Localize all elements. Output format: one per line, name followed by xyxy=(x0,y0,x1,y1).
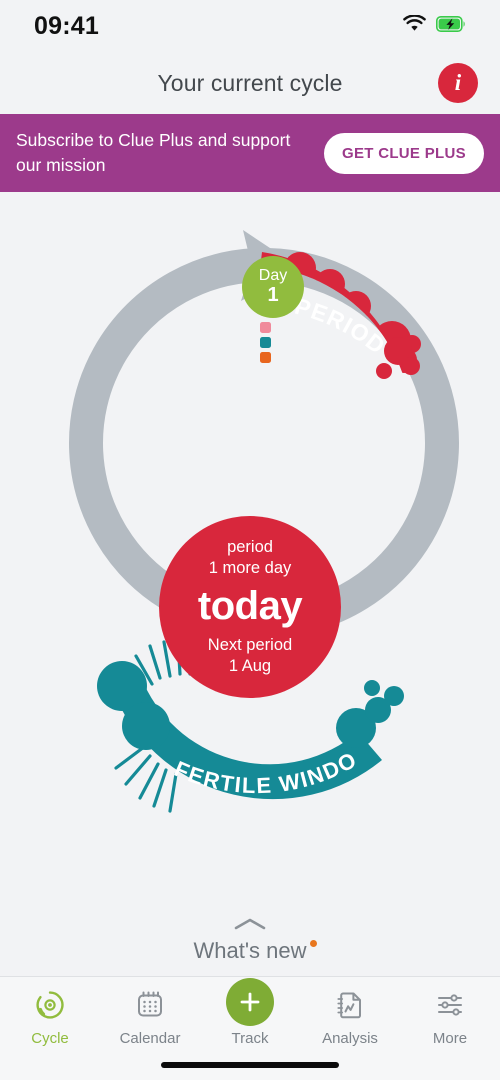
battery-charging-icon xyxy=(436,15,466,37)
info-icon: i xyxy=(454,69,462,95)
orange-tracked-dot xyxy=(259,352,271,363)
next-period-date: 1 Aug xyxy=(228,657,272,675)
status-indicators xyxy=(403,14,466,37)
next-period-label: Next period xyxy=(207,636,293,654)
whats-new-row: What's new xyxy=(193,937,317,964)
calendar-icon xyxy=(134,987,166,1023)
today-label: today xyxy=(197,584,303,628)
whats-new-expander[interactable]: What's new xyxy=(0,904,500,976)
today-summary-circle[interactable]: period 1 more day today Next period 1 Au… xyxy=(159,516,341,698)
app-screen: 09:41 Your current cycle i Subscribe to … xyxy=(0,0,500,1080)
whats-new-label: What's new xyxy=(193,937,307,963)
clue-plus-promo-banner[interactable]: Subscribe to Clue Plus and support our m… xyxy=(0,114,500,192)
pink-tracked-dot xyxy=(259,322,271,333)
tab-label-analysis: Analysis xyxy=(322,1030,378,1047)
chevron-up-icon xyxy=(233,917,267,936)
track-fab-wrapper xyxy=(226,978,274,1026)
current-day-marker[interactable]: Day 1 xyxy=(242,256,304,318)
tab-label-track: Track xyxy=(231,1030,269,1047)
cycle-wheel-area: PERIOD FERTILE WINDO period 1 more day t… xyxy=(0,192,500,904)
wifi-icon xyxy=(403,14,426,37)
day-marker-label: Day xyxy=(258,267,288,285)
sliders-icon xyxy=(434,987,466,1023)
day-marker-number: 1 xyxy=(267,283,279,306)
teal-tracked-dot xyxy=(259,337,271,348)
tracked-category-dots[interactable] xyxy=(256,322,274,363)
tab-label-cycle: Cycle xyxy=(31,1030,69,1047)
phase-label: period xyxy=(227,538,273,556)
tab-more[interactable]: More xyxy=(400,987,500,1047)
analysis-icon xyxy=(334,987,366,1023)
tab-cycle[interactable]: Cycle xyxy=(0,987,100,1047)
status-bar: 09:41 xyxy=(0,0,500,52)
info-button[interactable]: i xyxy=(438,63,478,103)
app-header: Your current cycle i xyxy=(0,52,500,114)
cycle-icon xyxy=(34,987,66,1023)
status-time: 09:41 xyxy=(34,11,99,40)
tab-calendar[interactable]: Calendar xyxy=(100,987,200,1047)
whats-new-badge xyxy=(309,939,317,947)
home-indicator xyxy=(161,1062,339,1068)
get-clue-plus-button[interactable]: GET CLUE PLUS xyxy=(324,132,484,174)
bottom-tab-bar: Cycle Calendar Track Analysis More xyxy=(0,976,500,1080)
tab-analysis[interactable]: Analysis xyxy=(300,987,400,1047)
tab-label-calendar: Calendar xyxy=(119,1030,181,1047)
promo-message: Subscribe to Clue Plus and support our m… xyxy=(16,130,291,175)
plus-icon[interactable] xyxy=(226,978,274,1026)
tab-label-more: More xyxy=(432,1030,468,1047)
tab-track[interactable]: Track xyxy=(200,978,300,1047)
page-title: Your current cycle xyxy=(157,69,343,96)
phase-remaining: 1 more day xyxy=(208,559,292,577)
